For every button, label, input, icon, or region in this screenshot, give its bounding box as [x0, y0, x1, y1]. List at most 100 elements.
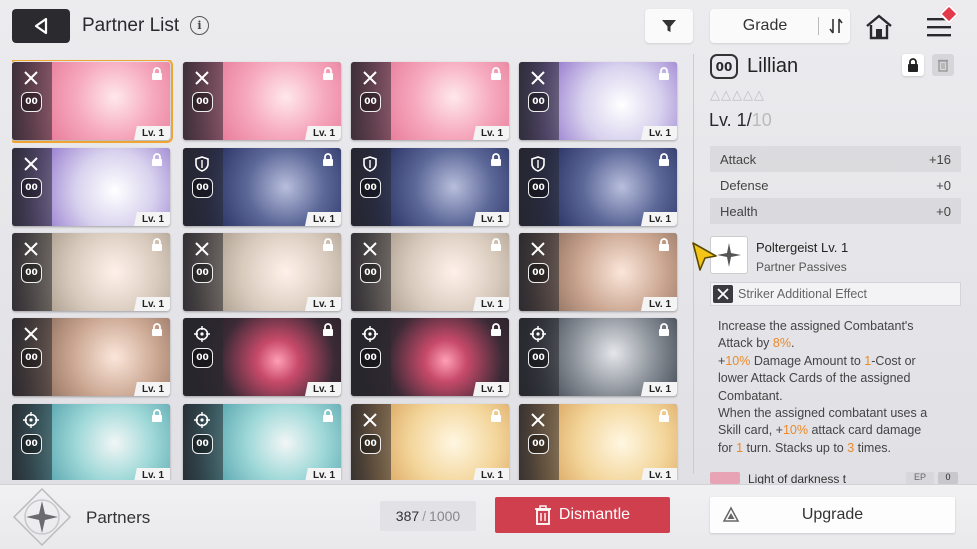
card-level: Lv. 1	[304, 126, 341, 140]
striker-effect-header: Striker Additional Effect	[710, 282, 961, 306]
lock-icon	[491, 323, 501, 336]
card-level: Lv. 1	[304, 468, 341, 480]
rank-badge: 00	[21, 348, 42, 368]
desc-line: When the assigned combatant uses a	[718, 406, 928, 421]
count-current: 387	[395, 508, 420, 524]
partner-card[interactable]: 00 Lv. 1	[351, 318, 509, 396]
sort-dropdown[interactable]: Grade	[710, 9, 850, 43]
crossed-swords-icon	[528, 410, 548, 430]
partner-card[interactable]: 00 Lv. 1	[183, 318, 341, 396]
partner-card[interactable]: 00 Lv. 1	[519, 233, 677, 311]
upgrade-label: Upgrade	[801, 506, 864, 523]
home-button[interactable]	[862, 10, 896, 44]
info-icon[interactable]: i	[190, 16, 209, 35]
lock-icon	[323, 67, 333, 80]
desc-line: lower Attack Cards of the assigned	[718, 371, 911, 386]
bottom-bar: Partners 387/1000 Dismantle Upgrade	[0, 484, 977, 549]
dismantle-label: Dismantle	[558, 506, 631, 523]
partner-card[interactable]: 00 Lv. 1	[12, 318, 170, 396]
top-bar: Partner List i Grade	[0, 0, 977, 54]
partner-grid: 00 Lv. 1 00 Lv. 1 00 Lv. 1 00 Lv. 1 00 Lv. 1 00 Lv.…	[12, 60, 680, 480]
page-title: Partner List	[82, 15, 180, 36]
sort-label: Grade	[742, 17, 788, 34]
lock-icon	[152, 238, 162, 251]
passive-description: Increase the assigned Combatant's Attack…	[718, 318, 964, 457]
target-icon	[360, 324, 380, 344]
partner-card[interactable]: 00 Lv. 1	[351, 233, 509, 311]
lock-icon	[908, 58, 918, 72]
stat-row-attack: Attack +16	[710, 146, 961, 172]
star-rating: △△△△△	[710, 87, 765, 102]
target-icon	[21, 410, 41, 430]
partner-card[interactable]: 00 Lv. 1	[351, 148, 509, 226]
lock-icon	[659, 238, 669, 251]
partner-card[interactable]: 00 Lv. 1	[183, 148, 341, 226]
crossed-swords-icon	[21, 68, 41, 88]
card-level: Lv. 1	[640, 382, 677, 396]
effect-label: Striker Additional Effect	[738, 287, 868, 301]
card-level: Lv. 1	[304, 212, 341, 226]
partner-card[interactable]: 00 Lv. 1	[351, 404, 509, 480]
rank-badge: 00	[528, 263, 549, 283]
card-level: Lv. 1	[472, 297, 509, 311]
crossed-swords-icon	[528, 239, 548, 259]
count-max: 1000	[429, 508, 461, 524]
stat-label: Attack	[720, 151, 757, 167]
partner-card[interactable]: 00 Lv. 1	[519, 318, 677, 396]
sort-order-button[interactable]	[822, 9, 850, 43]
filter-button[interactable]	[645, 9, 693, 43]
lock-icon	[323, 153, 333, 166]
rank-badge: 00	[360, 348, 381, 368]
lock-icon	[659, 323, 669, 336]
item-thumbnail	[710, 472, 740, 484]
partner-card[interactable]: 00 Lv. 1	[12, 60, 173, 143]
lock-icon	[491, 238, 501, 251]
back-button[interactable]	[12, 9, 70, 43]
target-icon	[192, 410, 212, 430]
card-level: Lv. 1	[472, 468, 509, 480]
partner-card[interactable]: 00 Lv. 1	[519, 404, 677, 480]
sort-divider	[818, 17, 819, 35]
stat-row-health: Health +0	[710, 198, 961, 224]
card-level: Lv. 1	[640, 126, 677, 140]
count-separator: /	[422, 508, 427, 524]
discard-button[interactable]	[932, 54, 954, 76]
next-item-row[interactable]: Light of darkness t EP 0	[710, 472, 961, 484]
rank-badge: 00	[192, 178, 213, 198]
desc-line: +10% Damage Amount to 1-Cost or	[718, 353, 916, 368]
crossed-swords-icon	[21, 154, 41, 174]
partner-card[interactable]: 00 Lv. 1	[183, 233, 341, 311]
rank-badge: 00	[360, 178, 381, 198]
lock-icon	[152, 67, 162, 80]
partner-card[interactable]: 00 Lv. 1	[12, 148, 170, 226]
partner-card[interactable]: 00 Lv. 1	[519, 62, 677, 140]
lock-icon	[152, 323, 162, 336]
partner-card[interactable]: 00 Lv. 1	[519, 148, 677, 226]
stat-value: +0	[936, 203, 951, 219]
card-level: Lv. 1	[472, 212, 509, 226]
desc-line: Attack by 8%.	[718, 336, 795, 351]
partner-card[interactable]: 00 Lv. 1	[351, 62, 509, 140]
partners-label: Partners	[86, 508, 151, 527]
rank-badge: 00	[528, 92, 549, 112]
card-level: Lv. 1	[640, 297, 677, 311]
desc-line: Combatant.	[718, 388, 783, 403]
lock-icon	[491, 153, 501, 166]
stat-value: +16	[928, 151, 951, 167]
upgrade-button[interactable]: Upgrade	[710, 497, 955, 533]
dismantle-button[interactable]: Dismantle	[495, 497, 670, 533]
partner-card[interactable]: 00 Lv. 1	[12, 404, 170, 480]
lock-toggle-button[interactable]	[902, 54, 924, 76]
lock-icon	[659, 153, 669, 166]
passive-skill[interactable]: Poltergeist Lv. 1 Partner Passives	[710, 236, 961, 276]
partner-card[interactable]: 00 Lv. 1	[183, 404, 341, 480]
back-arrow-icon	[34, 17, 48, 35]
rank-badge: 00	[192, 434, 213, 454]
card-level: Lv. 1	[133, 468, 170, 480]
crossed-swords-icon	[528, 68, 548, 88]
partner-card[interactable]: 00 Lv. 1	[12, 233, 170, 311]
partner-card[interactable]: 00 Lv. 1	[183, 62, 341, 140]
crossed-swords-icon	[21, 324, 41, 344]
crossed-swords-icon	[360, 410, 380, 430]
rank-badge: 00	[21, 178, 42, 198]
